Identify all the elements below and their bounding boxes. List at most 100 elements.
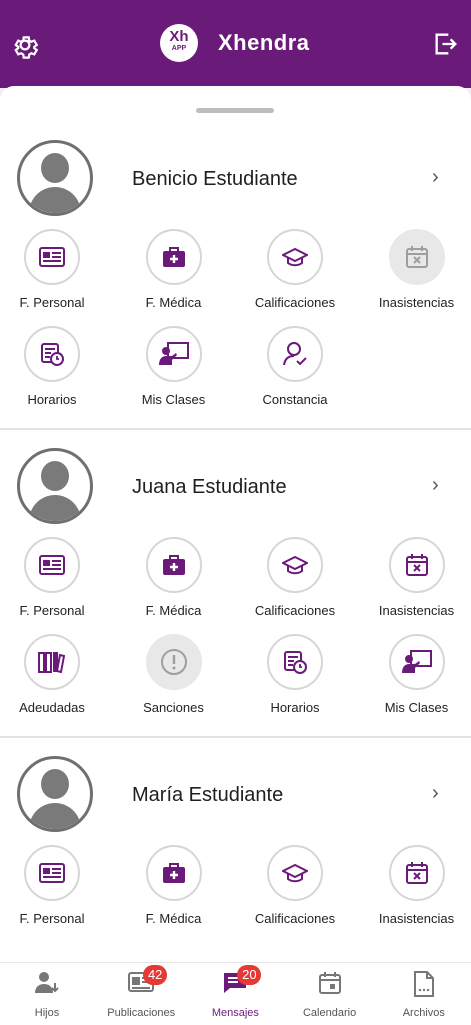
nav-item-publicaciones[interactable]: 42 Publicaciones xyxy=(94,963,188,1025)
messages-icon: 20 xyxy=(221,971,249,997)
medical-bag-icon xyxy=(146,845,202,901)
medical-bag-icon xyxy=(146,537,202,593)
student-card: Benicio Estudiante›F. PersonalF. MédicaC… xyxy=(0,126,471,426)
avatar xyxy=(17,756,93,832)
nav-label: Hijos xyxy=(0,1007,94,1019)
avatar-head xyxy=(41,769,69,799)
action-label: Mis Clases xyxy=(113,392,235,407)
app-bar: XhAPP Xhendra xyxy=(0,0,471,88)
action-label: Constancia xyxy=(234,392,356,407)
action-label: F. Médica xyxy=(113,603,235,618)
student-action-button[interactable]: Sanciones xyxy=(113,634,235,715)
student-action-button[interactable]: F. Médica xyxy=(113,845,235,926)
nav-label: Archivos xyxy=(377,1007,471,1019)
action-label: Inasistencias xyxy=(356,911,471,926)
logout-icon[interactable] xyxy=(432,30,460,58)
action-label: Inasistencias xyxy=(356,295,471,310)
alert-circle-icon xyxy=(146,634,202,690)
classroom-icon xyxy=(146,326,202,382)
student-action-button[interactable]: Calificaciones xyxy=(234,537,356,618)
action-label: Horarios xyxy=(0,392,113,407)
students-sheet: Benicio Estudiante›F. PersonalF. MédicaC… xyxy=(0,86,471,962)
student-action-button[interactable]: Calificaciones xyxy=(234,229,356,310)
action-label: Adeudadas xyxy=(0,700,113,715)
avatar-body xyxy=(29,187,81,216)
action-label: Calificaciones xyxy=(234,911,356,926)
nav-item-hijos[interactable]: Hijos xyxy=(0,963,94,1025)
card-divider xyxy=(0,736,471,738)
nav-item-archivos[interactable]: Archivos xyxy=(377,963,471,1025)
nav-item-mensajes[interactable]: 20 Mensajes xyxy=(188,963,282,1025)
card-divider xyxy=(0,428,471,430)
action-label: Calificaciones xyxy=(234,295,356,310)
medical-bag-icon xyxy=(146,229,202,285)
student-name[interactable]: Juana Estudiante xyxy=(132,476,287,499)
student-action-button[interactable]: Horarios xyxy=(0,326,113,407)
drag-handle[interactable] xyxy=(196,108,274,113)
action-label: Mis Clases xyxy=(356,700,471,715)
student-action-button[interactable]: Inasistencias xyxy=(356,845,471,926)
user-check-icon xyxy=(267,326,323,382)
chevron-right-icon[interactable]: › xyxy=(432,474,439,497)
student-action-button[interactable]: F. Personal xyxy=(0,229,113,310)
action-label: F. Personal xyxy=(0,603,113,618)
student-card: Juana Estudiante › F. PersonalF. MédicaCal… xyxy=(0,434,471,734)
nav-label: Calendario xyxy=(283,1007,377,1019)
chevron-right-icon[interactable]: › xyxy=(432,782,439,805)
nav-label: Mensajes xyxy=(188,1007,282,1019)
student-name[interactable]: Benicio Estudiante xyxy=(132,168,298,191)
graduation-cap-icon xyxy=(267,229,323,285)
calendar-x-icon xyxy=(389,537,445,593)
student-action-button[interactable]: Adeudadas xyxy=(0,634,113,715)
bottom-navigation: Hijos 42 Publicaciones 20 MensajesCalendario… xyxy=(0,962,471,1025)
student-action-button[interactable]: F. Médica xyxy=(113,229,235,310)
action-label: F. Personal xyxy=(0,295,113,310)
avatar-head xyxy=(41,153,69,183)
nav-label: Publicaciones xyxy=(94,1007,188,1019)
student-action-button[interactable]: Horarios xyxy=(234,634,356,715)
action-label: F. Médica xyxy=(113,911,235,926)
student-action-button[interactable]: F. Personal xyxy=(0,845,113,926)
avatar-body xyxy=(29,803,81,832)
student-card: María Estudiante › F. PersonalF. MédicaCal… xyxy=(0,742,471,962)
student-action-button[interactable]: F. Médica xyxy=(113,537,235,618)
calendar-x-icon xyxy=(389,845,445,901)
student-action-button[interactable]: Constancia xyxy=(234,326,356,407)
app-logo: XhAPP xyxy=(160,24,198,62)
avatar-body xyxy=(29,495,81,524)
graduation-cap-icon xyxy=(267,537,323,593)
action-label: F. Personal xyxy=(0,911,113,926)
student-name[interactable]: María Estudiante xyxy=(132,784,283,807)
id-card-icon xyxy=(24,537,80,593)
student-action-button[interactable]: F. Personal xyxy=(0,537,113,618)
id-card-icon xyxy=(24,845,80,901)
schedule-icon xyxy=(267,634,323,690)
action-label: F. Médica xyxy=(113,295,235,310)
action-label: Horarios xyxy=(234,700,356,715)
calendar-x-icon xyxy=(389,229,445,285)
action-label: Calificaciones xyxy=(234,603,356,618)
books-icon xyxy=(24,634,80,690)
avatar-head xyxy=(41,461,69,491)
student-action-button[interactable]: Inasistencias xyxy=(356,229,471,310)
schedule-icon xyxy=(24,326,80,382)
student-action-button[interactable]: Calificaciones xyxy=(234,845,356,926)
chevron-right-icon[interactable]: › xyxy=(432,166,439,189)
nav-item-calendario[interactable]: Calendario xyxy=(283,963,377,1025)
avatar xyxy=(17,448,93,524)
student-action-button[interactable]: Mis Clases xyxy=(356,634,471,715)
avatar xyxy=(17,140,93,216)
notification-badge: 20 xyxy=(237,965,261,985)
action-label: Inasistencias xyxy=(356,603,471,618)
calendar-icon xyxy=(316,971,344,997)
student-action-button[interactable]: Mis Clases xyxy=(113,326,235,407)
news-icon: 42 xyxy=(127,971,155,997)
app-title: Xhendra xyxy=(218,30,310,56)
id-card-icon xyxy=(24,229,80,285)
children-icon xyxy=(33,971,61,997)
file-icon xyxy=(410,971,438,997)
gear-icon[interactable] xyxy=(10,30,40,60)
graduation-cap-icon xyxy=(267,845,323,901)
student-action-button[interactable]: Inasistencias xyxy=(356,537,471,618)
classroom-icon xyxy=(389,634,445,690)
